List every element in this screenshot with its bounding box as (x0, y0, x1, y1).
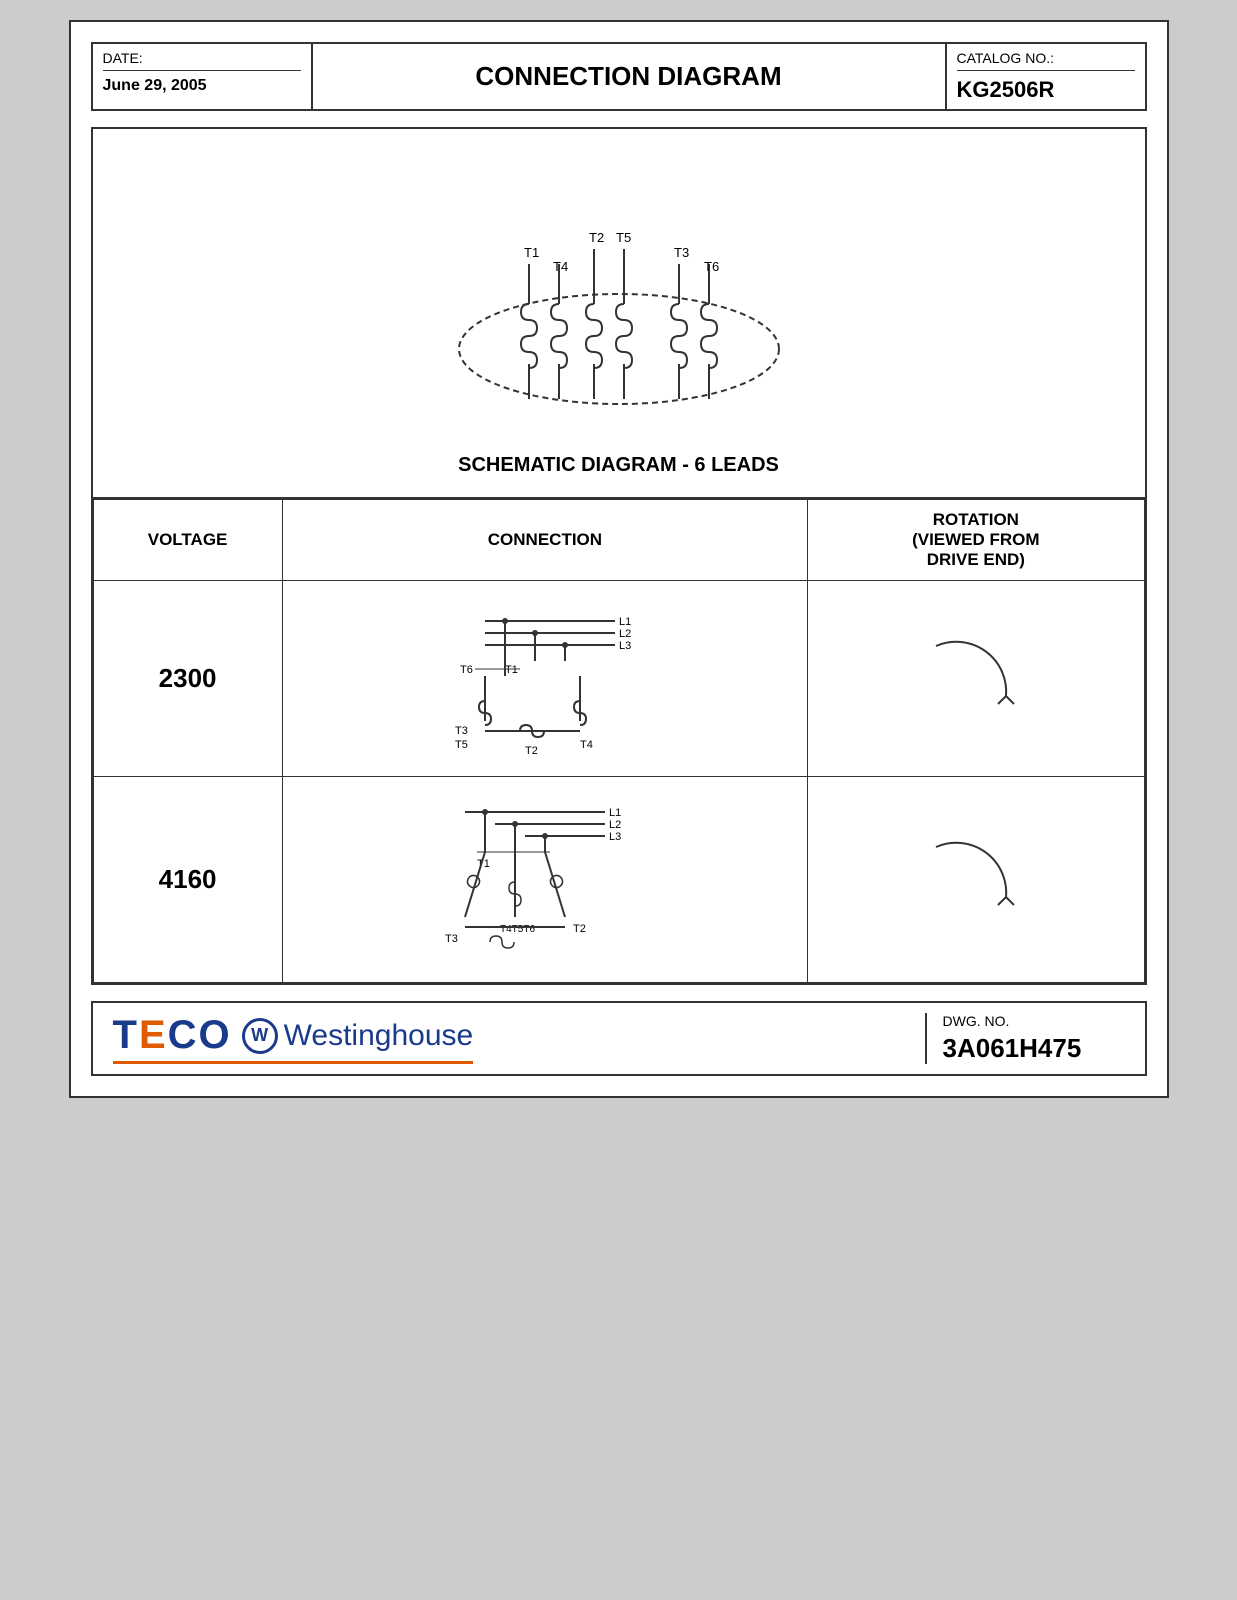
footer: TECO W Westinghouse DWG. NO. 3A061H475 (91, 1001, 1147, 1076)
six-lead-schematic-svg: T1 T2 T3 T4 T5 T6 (409, 149, 829, 429)
t3-label: T3 (674, 245, 689, 260)
schematic-title: SCHEMATIC DIAGRAM - 6 LEADS (103, 444, 1135, 487)
svg-text:T4: T4 (580, 739, 593, 751)
t1-label: T1 (524, 245, 539, 260)
westinghouse-logo: W Westinghouse (242, 1018, 474, 1054)
westinghouse-name: Westinghouse (284, 1019, 474, 1053)
catalog-label: CATALOG NO.: (957, 50, 1135, 71)
rotation-arc-4160-svg (916, 827, 1036, 927)
logo-underline (113, 1061, 474, 1064)
connection-4160: L1 L2 L3 T1 (282, 777, 808, 983)
rotation-arc-2300-svg (916, 626, 1036, 726)
t4-label: T4 (553, 259, 568, 274)
svg-text:T4T5T6: T4T5T6 (500, 924, 535, 935)
rotation-2300 (808, 581, 1144, 777)
t2-label: T2 (589, 230, 604, 245)
connection-2300: L1 L2 L3 T6 (282, 581, 808, 777)
catalog-value: KG2506R (957, 77, 1055, 102)
svg-text:L2: L2 (609, 819, 621, 831)
svg-text:T2: T2 (525, 745, 538, 757)
svg-text:L2: L2 (619, 628, 631, 640)
footer-logo-area: TECO W Westinghouse (113, 1013, 925, 1064)
t5-label: T5 (616, 230, 631, 245)
svg-text:T6: T6 (460, 664, 473, 676)
header-date-section: DATE: June 29, 2005 (93, 44, 313, 109)
dwg-label: DWG. NO. (943, 1013, 1125, 1029)
wye-connection-svg: L1 L2 L3 T1 (405, 787, 685, 967)
col-voltage-header: VOLTAGE (93, 500, 282, 581)
rotation-4160 (808, 777, 1144, 983)
table-row-2300: 2300 L1 L2 L3 (93, 581, 1144, 777)
svg-text:L3: L3 (609, 831, 621, 843)
svg-text:L3: L3 (619, 640, 631, 652)
svg-text:L1: L1 (609, 807, 621, 819)
svg-text:T2: T2 (573, 923, 586, 935)
table-header-row: VOLTAGE CONNECTION ROTATION(VIEWED FROMD… (93, 500, 1144, 581)
page: DATE: June 29, 2005 CONNECTION DIAGRAM C… (69, 20, 1169, 1098)
dwg-value: 3A061H475 (943, 1033, 1082, 1063)
header-title: CONNECTION DIAGRAM (313, 44, 945, 109)
svg-text:T3: T3 (445, 933, 458, 945)
date-label: DATE: (103, 50, 301, 71)
table-row-4160: 4160 L1 L2 L3 (93, 777, 1144, 983)
date-value: June 29, 2005 (103, 77, 207, 94)
footer-dwg-section: DWG. NO. 3A061H475 (925, 1013, 1125, 1064)
svg-text:L1: L1 (619, 616, 631, 628)
header-catalog-section: CATALOG NO.: KG2506R (945, 44, 1145, 109)
schematic-section: T1 T2 T3 T4 T5 T6 SCHEMATIC DIAGRAM - 6 … (93, 129, 1145, 499)
voltage-2300: 2300 (93, 581, 282, 777)
teco-logo-text: TECO (113, 1013, 232, 1058)
svg-text:T1: T1 (505, 664, 518, 676)
header: DATE: June 29, 2005 CONNECTION DIAGRAM C… (91, 42, 1147, 111)
voltage-4160: 4160 (93, 777, 282, 983)
col-rotation-header: ROTATION(VIEWED FROMDRIVE END) (808, 500, 1144, 581)
main-content-box: T1 T2 T3 T4 T5 T6 SCHEMATIC DIAGRAM - 6 … (91, 127, 1147, 985)
connection-table: VOLTAGE CONNECTION ROTATION(VIEWED FROMD… (93, 499, 1145, 983)
w-circle: W (242, 1018, 278, 1054)
delta-connection-svg: L1 L2 L3 T6 (405, 591, 685, 761)
svg-text:T3: T3 (455, 725, 468, 737)
col-connection-header: CONNECTION (282, 500, 808, 581)
t6-label: T6 (704, 259, 719, 274)
svg-text:T5: T5 (455, 739, 468, 751)
